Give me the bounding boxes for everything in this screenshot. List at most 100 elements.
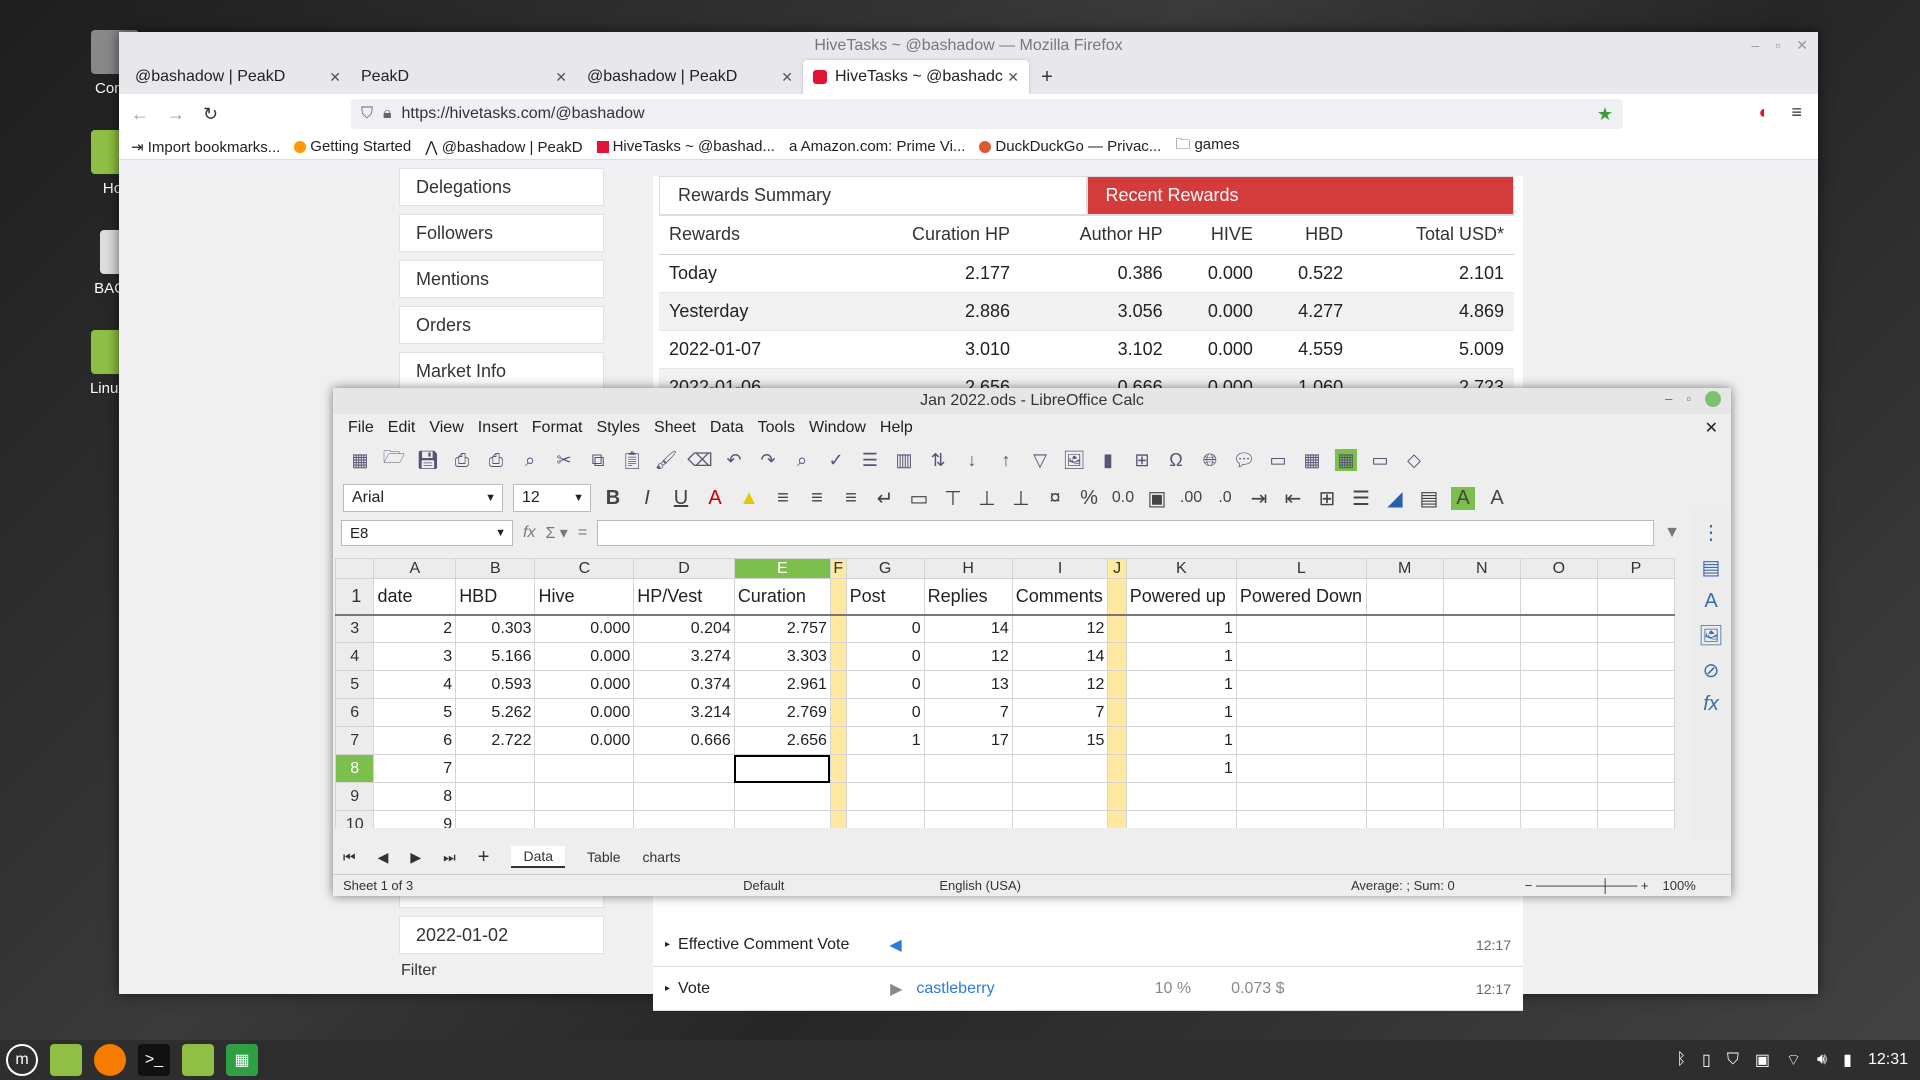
row-header[interactable]: 8 xyxy=(335,754,375,783)
cell[interactable]: 1 xyxy=(1125,670,1237,699)
bookmark-folder-games[interactable]: 🗀︎ games xyxy=(1175,134,1239,159)
italic-icon[interactable]: I xyxy=(635,487,659,510)
menu-help[interactable]: Help xyxy=(873,419,920,437)
cell[interactable]: 12 xyxy=(923,642,1013,671)
tab-peakd-1[interactable]: @bashadow | PeakD ✕ xyxy=(125,60,351,94)
column-header[interactable]: K xyxy=(1125,558,1237,579)
row-header[interactable]: 3 xyxy=(335,614,375,643)
column-icon[interactable]: ▥ xyxy=(893,449,915,471)
cell[interactable] xyxy=(1235,614,1367,643)
cell[interactable] xyxy=(1365,614,1444,643)
cell[interactable] xyxy=(845,782,925,811)
cell[interactable] xyxy=(1011,782,1109,811)
cell[interactable]: 0.204 xyxy=(633,614,735,643)
cell[interactable] xyxy=(633,754,735,783)
column-header[interactable]: F xyxy=(829,558,847,579)
draw-icon[interactable]: ◇ xyxy=(1403,449,1425,471)
cell[interactable]: 15 xyxy=(1011,726,1109,755)
folder-icon[interactable] xyxy=(182,1044,214,1076)
currency-icon[interactable]: ¤ xyxy=(1043,487,1067,510)
close-tab-icon[interactable]: ✕ xyxy=(329,69,341,86)
cell[interactable] xyxy=(829,782,847,811)
cell[interactable] xyxy=(923,810,1013,828)
bold-icon[interactable]: B xyxy=(601,487,625,510)
menu-file[interactable]: File xyxy=(341,419,381,437)
column-header[interactable]: M xyxy=(1365,558,1444,579)
align-right-icon[interactable]: ≡ xyxy=(839,487,863,510)
row-header[interactable]: 5 xyxy=(335,670,375,699)
cell[interactable] xyxy=(829,670,847,699)
cell[interactable] xyxy=(1107,726,1127,755)
indent-icon[interactable]: ⇥ xyxy=(1247,486,1271,511)
cell[interactable] xyxy=(845,810,925,828)
bookmark-duckduckgo[interactable]: DuckDuckGo — Privac... xyxy=(979,138,1161,155)
gallery-icon[interactable]: 🖼︎ xyxy=(1698,623,1723,648)
save-icon[interactable]: 💾︎ xyxy=(417,449,440,471)
sheet-tab-data[interactable]: Data xyxy=(511,846,566,868)
cell[interactable]: Curation xyxy=(733,578,831,616)
cell[interactable]: 1 xyxy=(845,726,925,755)
minimize-icon[interactable]: – xyxy=(1752,37,1760,54)
row-header[interactable]: 6 xyxy=(335,698,375,727)
cell[interactable] xyxy=(1596,810,1675,828)
cell[interactable]: 2.757 xyxy=(733,614,831,643)
cell[interactable] xyxy=(1365,782,1444,811)
export-pdf-icon[interactable]: ⎙ xyxy=(451,449,473,471)
terminal-icon[interactable]: >_ xyxy=(138,1044,170,1076)
spelling-icon[interactable]: ✓ xyxy=(825,449,847,471)
vertical-text-icon[interactable]: A xyxy=(1485,487,1509,510)
cell[interactable] xyxy=(455,810,536,828)
cell[interactable]: 9 xyxy=(373,810,457,828)
cell[interactable] xyxy=(1596,726,1675,755)
cell[interactable] xyxy=(1107,698,1127,727)
cell[interactable]: 4 xyxy=(373,670,457,699)
cell[interactable] xyxy=(1442,754,1521,783)
nav-market-info[interactable]: Market Info xyxy=(399,352,604,390)
volume-icon[interactable]: 🔊︎ xyxy=(1817,1051,1827,1069)
cell[interactable]: 3.303 xyxy=(733,642,831,671)
font-size-box[interactable]: 12 ▼ xyxy=(513,484,591,512)
cell[interactable] xyxy=(829,698,847,727)
cell[interactable]: 2.656 xyxy=(733,726,831,755)
column-header[interactable]: N xyxy=(1442,558,1521,579)
navigator-icon[interactable]: ⊘ xyxy=(1703,658,1720,683)
cell[interactable]: 0 xyxy=(845,670,925,699)
extension-icon[interactable]: ◐ xyxy=(1759,102,1770,123)
row-header[interactable]: 9 xyxy=(335,782,375,811)
tab-peakd-3[interactable]: @bashadow | PeakD ✕ xyxy=(577,60,803,94)
new-icon[interactable]: ▦ xyxy=(349,449,371,471)
cell[interactable]: Powered Down xyxy=(1235,578,1367,616)
cell[interactable] xyxy=(1107,782,1127,811)
first-sheet-icon[interactable]: ⏮ xyxy=(343,849,356,866)
cell[interactable] xyxy=(1125,782,1237,811)
cell[interactable] xyxy=(1107,578,1127,616)
functions-icon[interactable]: fx xyxy=(1703,693,1719,716)
image-icon[interactable]: 🖼︎ xyxy=(1063,449,1086,471)
column-header[interactable]: G xyxy=(845,558,925,579)
highlight-icon[interactable]: ▲ xyxy=(737,487,761,510)
cell[interactable]: 14 xyxy=(1011,642,1109,671)
corner-cell[interactable] xyxy=(335,558,375,579)
cell[interactable]: 1 xyxy=(1125,698,1237,727)
underline-icon[interactable]: U xyxy=(669,487,693,510)
tab-peakd-2[interactable]: PeakD ✕ xyxy=(351,60,577,94)
cell[interactable] xyxy=(1107,810,1127,828)
cell[interactable] xyxy=(1596,698,1675,727)
formula-icon[interactable]: = xyxy=(578,524,587,542)
close-icon[interactable]: ✕ xyxy=(1796,37,1808,54)
cell[interactable] xyxy=(1107,614,1127,643)
maximize-icon[interactable]: ▫ xyxy=(1686,391,1691,407)
cell[interactable]: 2.769 xyxy=(733,698,831,727)
close-doc-icon[interactable]: ✕ xyxy=(1698,418,1725,438)
nav-date-2022-01-02[interactable]: 2022-01-02 xyxy=(399,916,604,954)
cell[interactable]: 8 xyxy=(373,782,457,811)
text-direction-icon[interactable]: A xyxy=(1451,486,1475,510)
cell[interactable]: 0.374 xyxy=(633,670,735,699)
formula-input[interactable] xyxy=(597,520,1655,546)
conditional-icon[interactable]: ▤ xyxy=(1417,486,1441,511)
cell[interactable] xyxy=(1235,726,1367,755)
number-icon[interactable]: 0.0 xyxy=(1111,489,1135,507)
cell[interactable] xyxy=(1235,698,1367,727)
menu-insert[interactable]: Insert xyxy=(471,419,525,437)
menu-window[interactable]: Window xyxy=(802,419,873,437)
